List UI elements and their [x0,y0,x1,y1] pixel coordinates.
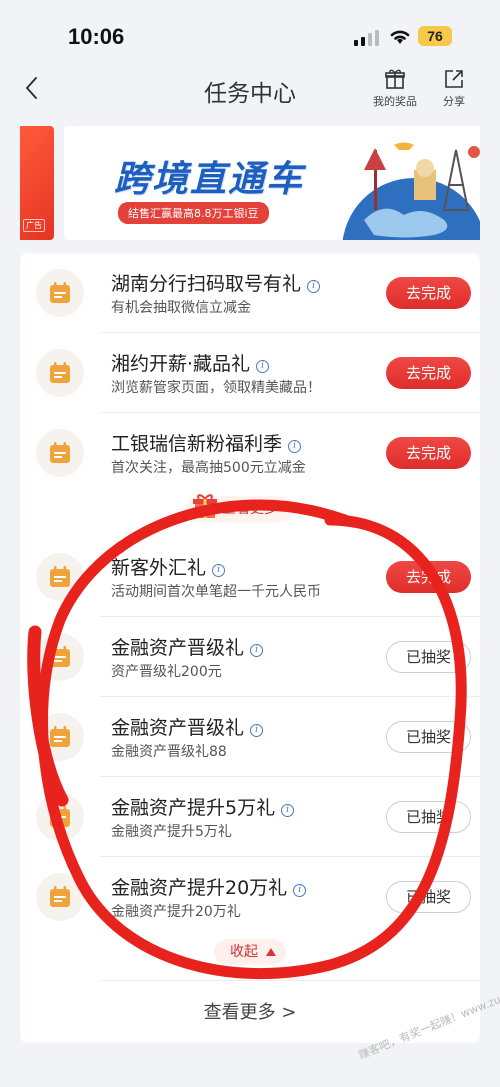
share-icon [445,70,463,88]
clock: 10:06 [68,24,125,49]
carousel-dots [224,234,296,240]
complete-task-button[interactable]: 去完成 [386,437,471,469]
my-prizes-button[interactable]: 我的奖品 [368,68,422,109]
cellular-signal-icon [354,30,379,46]
task-row[interactable]: 金融资产提升20万礼 i 金融资产提升20万礼 已抽奖 [20,857,480,937]
task-calendar-icon [36,633,84,681]
expand-more-button[interactable]: 查看更多 [186,494,294,522]
battery-indicator: 76 [418,26,452,46]
collapse-label: 收起 [230,944,258,960]
info-icon[interactable]: i [250,724,264,737]
task-description: 金融资产晋级礼88 [111,744,227,760]
info-icon[interactable]: i [256,360,270,373]
info-icon[interactable]: i [281,804,295,817]
task-title: 金融资产晋级礼 i [111,633,264,660]
nav-bar: 任务中心 我的奖品 分享 [0,60,500,120]
task-description: 活动期间首次单笔超一千元人民币 [111,584,321,600]
gift-icon [193,494,217,518]
banner-slide[interactable]: 跨境直通车 结售汇赢最高8.8万工银i豆 [64,126,480,240]
info-icon[interactable]: i [293,884,307,897]
previous-banner-slide[interactable]: 广告 [20,126,54,240]
drawn-status-button[interactable]: 已抽奖 [386,641,471,673]
info-icon[interactable]: i [212,564,226,577]
task-row[interactable]: 湖南分行扫码取号有礼 i 有机会抽取微信立减金 去完成 [20,253,480,333]
arrow-up-icon [266,948,276,956]
task-title: 金融资产提升5万礼 i [111,793,295,820]
task-list: 湖南分行扫码取号有礼 i 有机会抽取微信立减金 去完成 湘约开薪·藏品礼 i 浏览薪… [20,253,480,1043]
info-icon[interactable]: i [288,440,302,453]
promo-banner[interactable]: 广告 跨境直通车 结售汇赢最高8.8万工银i豆 [20,126,480,240]
task-row[interactable]: 新客外汇礼 i 活动期间首次单笔超一千元人民币 去完成 [20,537,480,617]
task-calendar-icon [36,793,84,841]
see-more-link[interactable]: 查看更多 > [20,980,480,1024]
complete-task-button[interactable]: 去完成 [386,357,471,389]
task-calendar-icon [36,713,84,761]
ad-tag: 广告 [23,219,45,232]
task-title: 金融资产晋级礼 i [111,713,264,740]
task-title: 新客外汇礼 i [111,553,226,580]
task-title: 金融资产提升20万礼 i [111,873,307,900]
banner-headline: 跨境直通车 [114,159,305,200]
travel-globe-illustration [342,142,480,240]
complete-task-button[interactable]: 去完成 [386,277,471,309]
gift-icon [385,69,405,89]
task-title: 湘约开薪·藏品礼 i [111,349,270,376]
task-title: 湖南分行扫码取号有礼 i [111,269,321,296]
expand-more-label: 查看更多 [222,501,278,517]
task-row[interactable]: 湘约开薪·藏品礼 i 浏览薪管家页面，领取精美藏品！ 去完成 [20,333,480,413]
drawn-status-button[interactable]: 已抽奖 [386,881,471,913]
complete-task-button[interactable]: 去完成 [386,561,471,593]
task-title: 工银瑞信新粉福利季 i [111,429,302,456]
task-calendar-icon [36,553,84,601]
collapse-button[interactable]: 收起 [214,939,286,965]
task-description: 有机会抽取微信立减金 [111,300,251,316]
task-description: 首次关注，最高抽500元立减金 [111,460,306,476]
task-calendar-icon [36,349,84,397]
my-prizes-label: 我的奖品 [373,95,417,108]
task-calendar-icon [36,873,84,921]
see-more-label: 查看更多 > [203,1002,297,1023]
task-description: 浏览薪管家页面，领取精美藏品！ [111,380,321,396]
task-row[interactable]: 工银瑞信新粉福利季 i 首次关注，最高抽500元立减金 去完成 [20,413,480,493]
info-icon[interactable]: i [250,644,264,657]
task-description: 金融资产提升5万礼 [111,824,232,840]
task-row[interactable]: 金融资产晋级礼 i 资产晋级礼200元 已抽奖 [20,617,480,697]
task-description: 金融资产提升20万礼 [111,904,241,920]
info-icon[interactable]: i [307,280,321,293]
task-calendar-icon [36,429,84,477]
task-row[interactable]: 金融资产晋级礼 i 金融资产晋级礼88 已抽奖 [20,697,480,777]
task-row[interactable]: 金融资产提升5万礼 i 金融资产提升5万礼 已抽奖 [20,777,480,857]
share-button[interactable]: 分享 [434,68,474,109]
wifi-icon [390,30,410,44]
drawn-status-button[interactable]: 已抽奖 [386,801,471,833]
drawn-status-button[interactable]: 已抽奖 [386,721,471,753]
task-description: 资产晋级礼200元 [111,664,222,680]
page-title: 任务中心 [204,81,296,107]
task-calendar-icon [36,269,84,317]
banner-subline: 结售汇赢最高8.8万工银i豆 [118,202,269,224]
share-label: 分享 [443,95,465,108]
